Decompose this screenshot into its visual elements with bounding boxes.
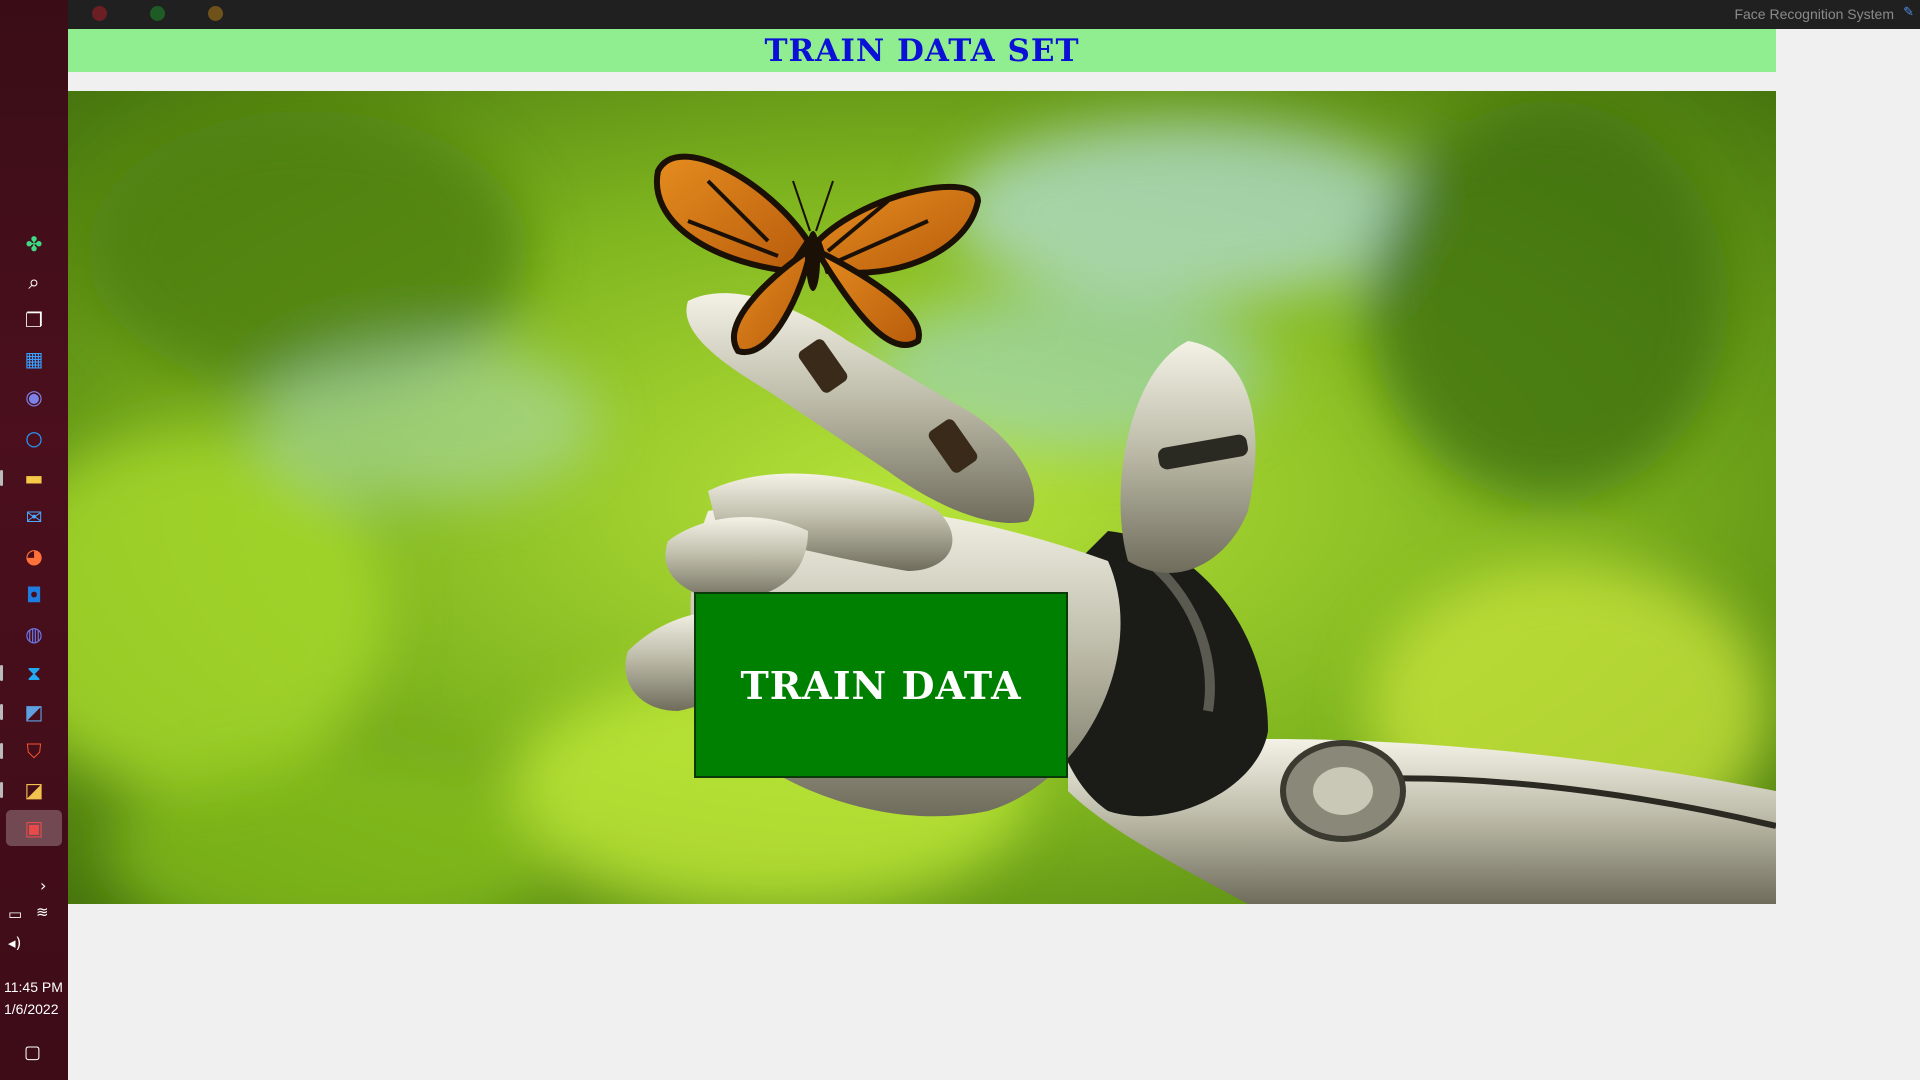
notification-icon[interactable]: ▢ xyxy=(24,1042,41,1063)
clock-time: 11:45 PM xyxy=(4,979,63,995)
window-titlebar: Face Recognition System ✎ xyxy=(68,0,1920,29)
brave-icon[interactable]: ⛉ xyxy=(20,737,48,765)
discord-icon[interactable]: ◍ xyxy=(20,620,48,648)
teams-icon[interactable]: ◉ xyxy=(20,383,48,411)
wifi-icon[interactable]: ≋ xyxy=(36,903,49,921)
store-icon[interactable]: ▦ xyxy=(20,345,48,373)
system-clock[interactable]: 11:45 PM 1/6/2022 xyxy=(4,976,66,1020)
clock-date: 1/6/2022 xyxy=(4,1001,59,1017)
mail-icon[interactable]: ✉ xyxy=(20,503,48,531)
app-icon[interactable]: ◘ xyxy=(20,581,48,609)
running-indicator xyxy=(0,470,3,486)
header-banner: TRAIN DATA SET xyxy=(68,29,1776,72)
running-indicator xyxy=(0,743,3,759)
running-indicator xyxy=(0,704,3,720)
background-image xyxy=(68,91,1776,904)
widgets-icon[interactable]: ✤ xyxy=(20,230,48,258)
pen-icon: ✎ xyxy=(1903,5,1914,20)
minimize-dot[interactable] xyxy=(150,6,165,21)
train-data-button-label: TRAIN DATA xyxy=(740,662,1022,708)
search-icon[interactable]: ⌕ xyxy=(20,268,48,296)
file-explorer-icon[interactable]: ▬ xyxy=(20,464,48,492)
taskbar: ✤ ⌕ ❐ ▦ ◉ ○ ▬ ✉ ◕ ◘ ◍ ⧗ ◩ ⛉ ◪ ▣ › ▭ ≋ ◂)… xyxy=(0,0,68,1080)
vscode-icon[interactable]: ⧗ xyxy=(20,659,48,687)
remote-icon[interactable]: ◩ xyxy=(20,698,48,726)
chevron-right-icon[interactable]: › xyxy=(40,876,46,895)
maximize-dot[interactable] xyxy=(208,6,223,21)
task-view-icon[interactable]: ❐ xyxy=(20,306,48,334)
running-indicator xyxy=(0,665,3,681)
train-data-button[interactable]: TRAIN DATA xyxy=(694,592,1068,778)
window-title: Face Recognition System xyxy=(1734,6,1894,22)
firefox-icon[interactable]: ◕ xyxy=(20,542,48,570)
python-icon[interactable]: ◪ xyxy=(20,776,48,804)
robot-hand-butterfly-image xyxy=(68,91,1776,904)
close-dot[interactable] xyxy=(92,6,107,21)
face-recognition-app-icon[interactable]: ▣ xyxy=(6,810,62,846)
battery-icon[interactable]: ▭ xyxy=(8,905,22,923)
page-title: TRAIN DATA SET xyxy=(764,32,1080,69)
running-indicator xyxy=(0,782,3,798)
volume-icon[interactable]: ◂) xyxy=(8,934,21,952)
cortana-icon[interactable]: ○ xyxy=(20,424,48,452)
